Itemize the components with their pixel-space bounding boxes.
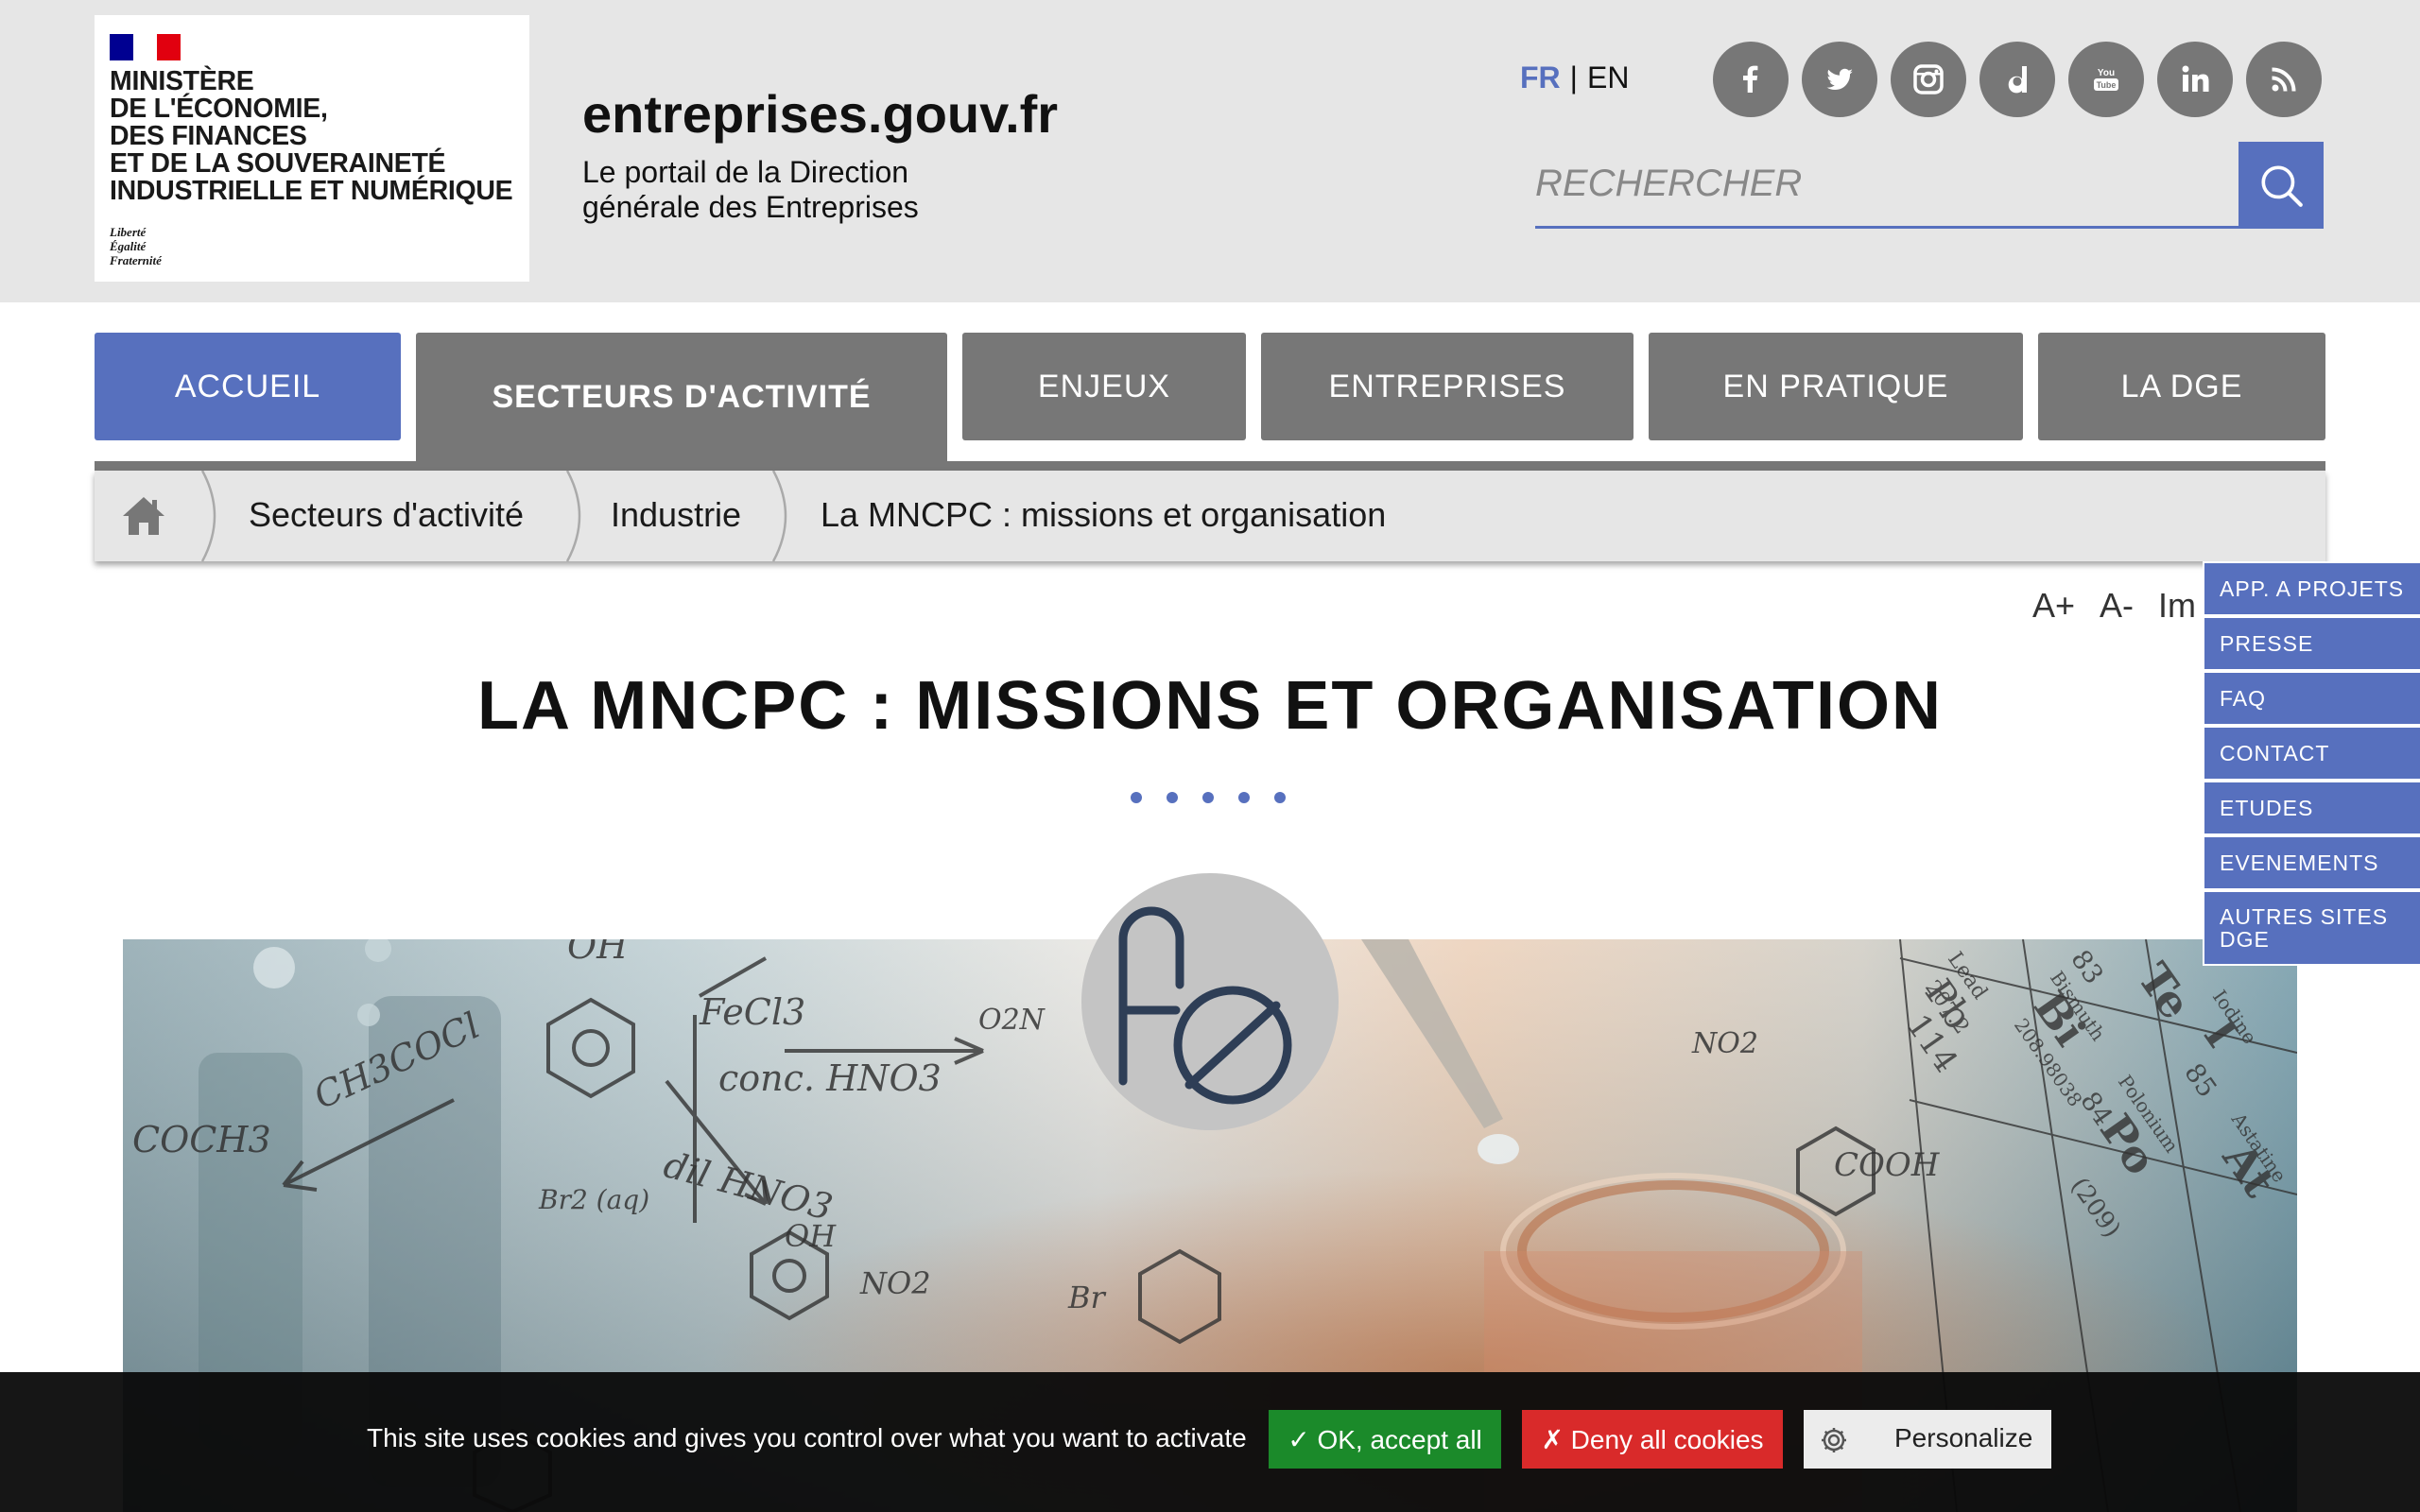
hero-chem-label: OH <box>785 1218 837 1254</box>
breadcrumb-current: La MNCPC : missions et organisation <box>821 495 1387 534</box>
hero-chem-label: COOH <box>1834 1146 1941 1184</box>
motto-line: Égalité <box>110 239 147 253</box>
nav-la-dge[interactable]: LA DGE <box>2038 333 2325 440</box>
nav-accueil[interactable]: ACCUEIL <box>95 333 401 440</box>
breadcrumb-link-secteurs[interactable]: Secteurs d'activité <box>249 495 524 535</box>
side-link-appels-projets[interactable]: APP. A PROJETS <box>2203 561 2420 616</box>
breadcrumb-top-bar <box>95 461 2325 471</box>
cookie-banner: This site uses cookies and gives you con… <box>0 1372 2420 1512</box>
font-size-tools: A+ A- Im <box>2032 586 2221 626</box>
side-link-presse[interactable]: PRESSE <box>2203 616 2420 671</box>
lang-en-link[interactable]: EN <box>1587 60 1629 94</box>
svg-text:You: You <box>2098 68 2115 78</box>
home-icon[interactable] <box>119 491 168 541</box>
rss-icon[interactable] <box>2246 42 2322 117</box>
site-tagline: Le portail de la Direction générale des … <box>582 155 919 224</box>
ministry-line: DE L'ÉCONOMIE, <box>110 94 328 124</box>
font-increase-button[interactable]: A+ <box>2032 586 2075 625</box>
nav-entreprises[interactable]: ENTREPRISES <box>1261 333 1634 440</box>
ministry-line: INDUSTRIELLE ET NUMÉRIQUE <box>110 176 513 206</box>
motto-line: Fraternité <box>110 253 162 267</box>
dailymotion-icon[interactable] <box>1979 42 2055 117</box>
nav-enjeux[interactable]: ENJEUX <box>962 333 1246 440</box>
title-decoration-dots <box>1131 792 1301 807</box>
linkedin-icon[interactable] <box>2157 42 2233 117</box>
hero-chem-label: conc. HNO3 <box>718 1057 942 1099</box>
hero-chem-label: O2N <box>978 1004 1046 1037</box>
side-link-faq[interactable]: FAQ <box>2203 671 2420 726</box>
cookie-accept-button[interactable]: ✓ OK, accept all <box>1269 1410 1501 1469</box>
youtube-icon[interactable]: You Tube <box>2068 42 2144 117</box>
svg-text:Tube: Tube <box>2097 80 2117 90</box>
search-button[interactable] <box>2238 142 2324 229</box>
site-header: MINISTÈRE DE L'ÉCONOMIE, DES FINANCES ET… <box>0 0 2420 302</box>
search-input[interactable] <box>1535 142 2238 229</box>
breadcrumb: Secteurs d'activité Industrie La MNCPC :… <box>95 471 2325 561</box>
search-icon <box>2261 165 2303 207</box>
hero-chem-label: FeCl3 <box>699 991 805 1033</box>
hero-chem-label: NO2 <box>1691 1027 1758 1060</box>
breadcrumb-separator <box>771 471 787 561</box>
ministry-logo[interactable]: MINISTÈRE DE L'ÉCONOMIE, DES FINANCES ET… <box>95 15 529 282</box>
gear-icon <box>1822 1428 1846 1452</box>
page-title: LA MNCPC : MISSIONS ET ORGANISATION <box>476 668 1943 744</box>
hero-chem-label: OH <box>567 939 629 967</box>
ministry-line: ET DE LA SOUVERAINETÉ <box>110 148 446 179</box>
instagram-icon[interactable] <box>1891 42 1966 117</box>
twitter-icon[interactable] <box>1802 42 1877 117</box>
personalize-label: Personalize <box>1894 1423 2033 1452</box>
site-name[interactable]: entreprises.gouv.fr <box>582 83 1058 145</box>
mncpc-logo-icon <box>1118 906 1292 1105</box>
nav-en-pratique[interactable]: EN PRATIQUE <box>1649 333 2023 440</box>
print-button[interactable]: Im <box>2158 586 2196 625</box>
mncpc-logo <box>1081 873 1339 1130</box>
hero-chem-label: Br2 (aq) <box>538 1184 649 1215</box>
hero-chem-label: COCH3 <box>132 1119 271 1160</box>
marianne-flag-icon <box>110 34 182 60</box>
cookie-personalize-button[interactable]: Personalize <box>1804 1410 2051 1469</box>
search-form <box>1535 142 2324 231</box>
breadcrumb-separator <box>565 471 581 561</box>
breadcrumb-link-industrie[interactable]: Industrie <box>611 495 741 535</box>
breadcrumb-separator <box>200 471 216 561</box>
hero-chem-label: Br <box>1067 1280 1107 1315</box>
motto-line: Liberté <box>110 225 147 239</box>
cookie-deny-button[interactable]: ✗ Deny all cookies <box>1522 1410 1783 1469</box>
hero-chem-label: NO2 <box>859 1265 931 1301</box>
side-link-etudes[interactable]: ETUDES <box>2203 781 2420 835</box>
side-link-autres-sites[interactable]: AUTRES SITES DGE <box>2203 890 2420 966</box>
ministry-line: DES FINANCES <box>110 121 307 151</box>
lang-fr-link[interactable]: FR <box>1520 60 1561 94</box>
cookie-message: This site uses cookies and gives you con… <box>367 1423 1247 1452</box>
ministry-line: MINISTÈRE <box>110 66 254 96</box>
ministry-name: MINISTÈRE DE L'ÉCONOMIE, DES FINANCES ET… <box>110 68 526 205</box>
language-switcher: FR | EN <box>1520 60 1629 95</box>
facebook-icon[interactable] <box>1713 42 1789 117</box>
republic-motto: Liberté Égalité Fraternité <box>110 225 162 267</box>
nav-secteurs-activite[interactable]: SECTEURS D'ACTIVITÉ <box>416 333 947 461</box>
lang-separator: | <box>1569 60 1578 94</box>
side-link-contact[interactable]: CONTACT <box>2203 726 2420 781</box>
side-link-evenements[interactable]: EVENEMENTS <box>2203 835 2420 890</box>
font-decrease-button[interactable]: A- <box>2100 586 2134 625</box>
